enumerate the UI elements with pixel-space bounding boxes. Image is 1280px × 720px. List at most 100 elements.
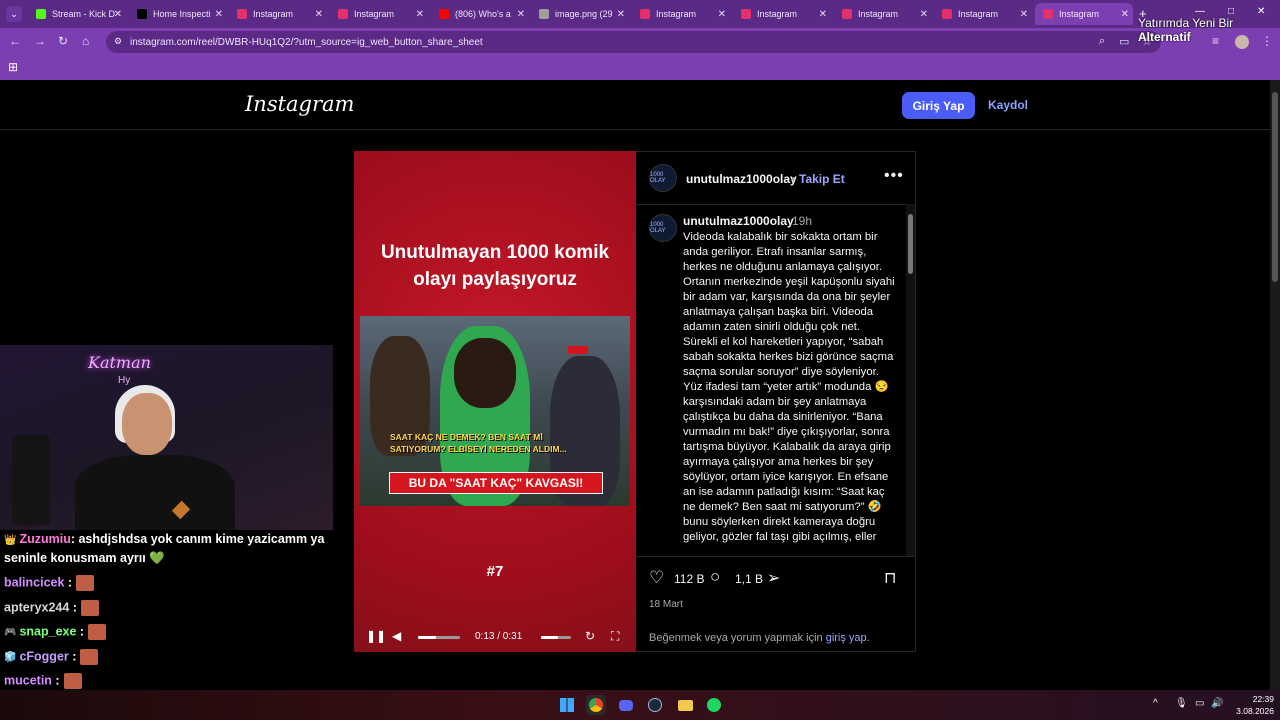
address-bar[interactable]: ⚙ instagram.com/reel/DWBR-HUq1Q2/?utm_so… [106,31,1161,53]
more-options-icon[interactable]: ••• [884,167,904,185]
apps-grid-icon[interactable]: ⊞ [8,60,18,74]
cast-icon[interactable]: ▭ [1119,35,1129,48]
browser-tab[interactable]: Instagram ✕ [229,3,327,25]
follow-button[interactable]: Takip Et [799,172,845,186]
post-username[interactable]: unutulmaz1000olay [686,172,797,186]
chrome-icon[interactable] [586,695,606,715]
spotify-icon[interactable] [704,695,724,715]
browser-tab[interactable]: Instagram ✕ [834,3,932,25]
desktop-notification: Yatırımda Yeni Bir Alternatif [1138,16,1233,44]
post-actions: ♡ 112 B ○ 1,1 B ➢ ⊓ 18 Mart Beğenmek vey… [636,556,915,653]
tab-close-icon[interactable]: ✕ [1020,9,1028,20]
discord-icon[interactable] [616,695,636,715]
tray-chevron-icon[interactable]: ^ [1153,698,1158,709]
chat-username[interactable]: cFogger [19,649,68,663]
login-prompt: Beğenmek veya yorum yapmak için giriş ya… [649,632,870,644]
browser-tab[interactable]: Instagram ✕ [632,3,730,25]
reel-video[interactable]: Unutulmayan 1000 komik olayı paylaşıyoru… [354,151,636,652]
browser-tab-strip: ⌄ Stream - Kick D ✕ Home Inspecti ✕ Instagra… [0,0,1280,28]
tab-close-icon[interactable]: ✕ [1121,9,1129,20]
reload-icon[interactable]: ↻ [58,34,68,48]
profile-avatar[interactable] [1235,35,1249,49]
instagram-logo[interactable]: Instagram [245,92,354,116]
browser-tab[interactable]: Instagram ✕ [733,3,831,25]
tab-favicon-icon [439,9,449,19]
system-clock[interactable]: 22:39 3.08.2026 [1222,693,1274,717]
file-explorer-icon[interactable] [675,695,695,715]
tab-close-icon[interactable]: ✕ [819,9,827,20]
browser-tab[interactable]: Instagram ✕ [1035,3,1133,25]
progress-bar[interactable] [418,636,460,639]
microphone-tray-icon[interactable]: 🎙 [1175,698,1188,709]
chat-message: mucetin : [4,673,82,689]
clock-date: 3.08.2026 [1236,706,1274,716]
fullscreen-icon[interactable]: ⛶ [611,629,619,644]
heart-icon[interactable]: ♡ [649,568,664,588]
chat-username[interactable]: snap_exe [19,624,76,638]
tab-close-icon[interactable]: ✕ [315,9,323,20]
chat-username[interactable]: apteryx244 [4,600,69,614]
volume-icon[interactable]: ◀ [392,629,401,643]
video-title-line1: Unutulmayan 1000 komik [380,242,610,263]
signup-link[interactable]: Kaydol [988,98,1028,112]
tab-close-icon[interactable]: ✕ [718,9,726,20]
back-icon[interactable]: ← [9,34,21,48]
browser-tab[interactable]: Instagram ✕ [330,3,428,25]
home-icon[interactable]: ⌂ [82,34,89,48]
zoom-icon[interactable]: ⌕ [1099,35,1105,48]
comment-icon[interactable]: ○ [710,567,720,587]
tab-close-icon[interactable]: ✕ [416,9,424,20]
site-info-icon[interactable]: ⚙ [114,36,122,47]
save-icon[interactable]: ⊓ [884,568,896,588]
caption-scrollbar[interactable] [906,204,915,556]
browser-tab[interactable]: Home Inspecti ✕ [129,3,227,25]
browser-tab[interactable]: image.png (29 ✕ [531,3,629,25]
pause-icon[interactable]: ❚❚ [366,629,386,643]
chat-message: 👑 Zuzumiu: ashdjshdsa yok canım kime yazi… [4,532,324,546]
profile-avatar[interactable]: 1000 OLAY [649,164,677,192]
caption-username[interactable]: unutulmaz1000olay [683,214,794,228]
video-banner: BU DA "SAAT KAÇ" KAVGASI! [389,472,603,494]
chat-username[interactable]: mucetin [4,673,52,687]
tab-favicon-icon [137,9,147,19]
volume-slider[interactable] [541,636,571,639]
post-date: 18 Mart [649,599,683,610]
browser-toolbar: ← → ↻ ⌂ ⚙ instagram.com/reel/DWBR-HUq1Q2… [0,28,1280,56]
caption-scroll-thumb[interactable] [908,214,913,274]
browser-menu-icon[interactable]: ⋮ [1261,34,1273,48]
forward-icon[interactable]: → [34,34,46,48]
page-scroll-thumb[interactable] [1272,92,1278,282]
browser-tab[interactable]: Stream - Kick D ✕ [28,3,126,25]
chat-username[interactable]: balincicek [4,575,64,589]
tab-close-icon[interactable]: ✕ [517,9,525,20]
tab-search-icon[interactable]: ⌄ [6,6,22,22]
tab-close-icon[interactable]: ✕ [920,9,928,20]
chat-username[interactable]: Zuzumiu [19,532,70,546]
caption-avatar[interactable]: 1000 OLAY [649,214,677,242]
browser-tab[interactable]: Instagram ✕ [934,3,1032,25]
login-prompt-link[interactable]: giriş yap [826,632,867,644]
browser-tab[interactable]: (806) Who's a ✕ [431,3,529,25]
streamer-webcam: Katman Hy [0,345,333,530]
share-icon[interactable]: ➢ [767,568,780,588]
chat-message: balincicek : [4,575,95,591]
post-side-panel: 1000 OLAY unutulmaz1000olay • Takip Et •… [636,151,916,652]
network-icon[interactable]: ▭ [1195,698,1204,709]
streamer-face [122,393,172,455]
tab-favicon-icon [640,9,650,19]
windows-start-icon[interactable] [557,695,577,715]
tab-label: image.png (29 [555,9,613,19]
replay-icon[interactable]: ↻ [585,629,595,643]
tab-close-icon[interactable]: ✕ [114,9,122,20]
page-scrollbar[interactable] [1270,80,1280,690]
instagram-header: Instagram Giriş Yap Kaydol [0,80,1270,130]
tab-close-icon[interactable]: ✕ [215,9,223,20]
chat-text: : [76,624,85,639]
chat-badge: 👑 [4,535,17,546]
close-window-button[interactable]: ✕ [1257,6,1265,17]
notification-line1: Yatırımda Yeni Bir [1138,16,1234,30]
login-button[interactable]: Giriş Yap [902,92,975,119]
chat-text: : ashdjshdsa yok canım kime yazicamm ya [70,532,325,546]
steam-icon[interactable] [645,695,665,715]
tab-close-icon[interactable]: ✕ [617,9,625,20]
